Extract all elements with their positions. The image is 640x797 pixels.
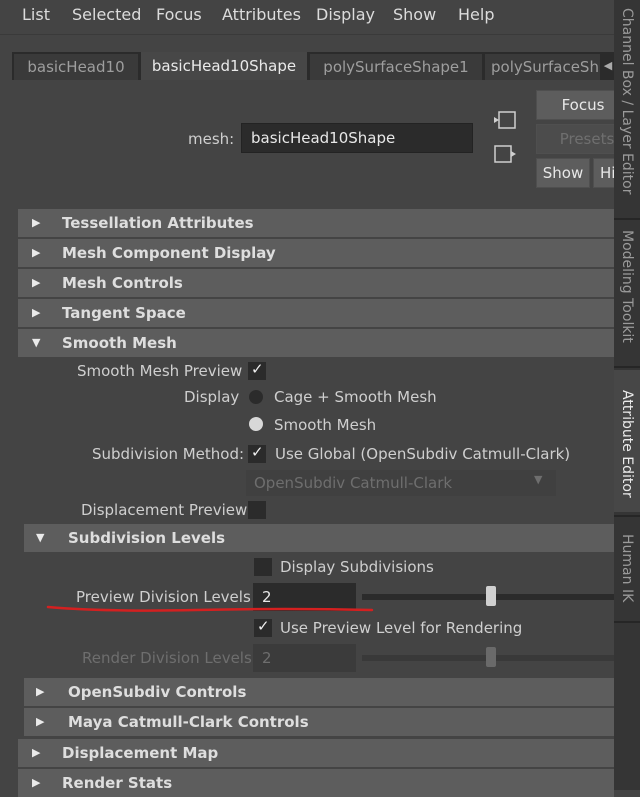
collapsed-arrow-icon: ▶ [36, 685, 45, 698]
display-subdivisions-checkbox[interactable] [254, 558, 272, 576]
mesh-name-input[interactable] [241, 123, 473, 153]
collapsed-arrow-icon: ▶ [32, 306, 41, 319]
menu-list[interactable]: List [22, 5, 50, 24]
mesh-label: mesh: [188, 130, 235, 148]
radio-label-smooth-mesh: Smooth Mesh [274, 416, 377, 434]
frame-title: Smooth Mesh [62, 334, 177, 352]
frame-mesh-component-display[interactable]: ▶ Mesh Component Display [18, 239, 614, 267]
use-global-checkbox[interactable]: ✓ [248, 443, 266, 463]
collapsed-arrow-icon: ▶ [32, 276, 41, 289]
render-division-levels-input[interactable]: 2 [253, 644, 356, 672]
radio-label-cage-smooth-mesh: Cage + Smooth Mesh [274, 388, 437, 406]
collapsed-arrow-icon: ▶ [32, 746, 41, 759]
frame-opensubdiv-controls[interactable]: ▶ OpenSubdiv Controls [24, 678, 614, 706]
menu-separator [0, 34, 614, 35]
frame-title: Subdivision Levels [68, 529, 226, 547]
displacement-preview-checkbox[interactable] [248, 501, 266, 519]
radio-smooth-mesh[interactable] [249, 417, 263, 431]
menu-show[interactable]: Show [393, 5, 436, 24]
frame-title: Mesh Component Display [62, 244, 276, 262]
frame-title: Tessellation Attributes [62, 214, 254, 232]
smooth-mesh-preview-label: Smooth Mesh Preview [77, 362, 243, 380]
display-label: Display [184, 388, 240, 406]
render-division-slider-handle[interactable] [486, 647, 496, 667]
chevron-down-icon: ▼ [534, 473, 543, 486]
show-button[interactable]: Show [536, 158, 590, 188]
presets-button[interactable]: Presets [536, 124, 622, 154]
frame-smooth-mesh[interactable]: ▼ Smooth Mesh [18, 329, 614, 357]
menu-attributes[interactable]: Attributes [222, 5, 301, 24]
frame-maya-catmull-clark-controls[interactable]: ▶ Maya Catmull-Clark Controls [24, 708, 614, 736]
expanded-arrow-icon: ▼ [36, 531, 45, 544]
dropdown-value: OpenSubdiv Catmull-Clark [254, 474, 453, 492]
check-icon: ✓ [251, 443, 264, 461]
use-global-label: Use Global (OpenSubdiv Catmull-Clark) [275, 445, 571, 463]
render-division-levels-label: Render Division Levels [82, 649, 252, 667]
check-icon: ✓ [251, 360, 264, 378]
vtab-separator [614, 621, 640, 623]
copy-tab-icon[interactable] [494, 145, 516, 163]
frame-tessellation-attributes[interactable]: ▶ Tessellation Attributes [18, 209, 614, 237]
use-preview-level-label: Use Preview Level for Rendering [280, 619, 523, 637]
menu-help[interactable]: Help [458, 5, 494, 24]
tab-basichead10shape[interactable]: basicHead10Shape [141, 52, 307, 80]
menu-focus[interactable]: Focus [156, 5, 202, 24]
vtab-separator [614, 366, 640, 368]
load-attributes-icon[interactable] [494, 111, 516, 129]
frame-title: Mesh Controls [62, 274, 183, 292]
frame-title: Tangent Space [62, 304, 186, 322]
vtab-attribute-editor[interactable]: Attribute Editor [614, 370, 640, 512]
menu-display[interactable]: Display [316, 5, 375, 24]
preview-division-slider-handle[interactable] [486, 586, 496, 606]
collapsed-arrow-icon: ▶ [32, 216, 41, 229]
frame-title: OpenSubdiv Controls [68, 683, 247, 701]
tab-basichead10[interactable]: basicHead10 [14, 54, 138, 80]
menu-selected[interactable]: Selected [72, 5, 141, 24]
radio-cage-smooth-mesh[interactable] [249, 390, 263, 404]
vtab-separator [614, 218, 640, 220]
frame-displacement-map[interactable]: ▶ Displacement Map [18, 739, 614, 767]
display-subdivisions-label: Display Subdivisions [280, 558, 434, 576]
vtab-label: Channel Box / Layer Editor [619, 8, 635, 195]
frame-title: Maya Catmull-Clark Controls [68, 713, 309, 731]
subdivision-method-dropdown[interactable]: OpenSubdiv Catmull-Clark ▼ [246, 470, 556, 496]
focus-button[interactable]: Focus [536, 90, 622, 120]
node-tab-bar: basicHead10 basicHead10Shape polySurface… [12, 52, 614, 80]
right-tab-bar: Channel Box / Layer Editor Modeling Tool… [614, 0, 640, 790]
vtab-channel-box-layer-editor[interactable]: Channel Box / Layer Editor [614, 0, 640, 215]
tab-polysurfaceshape1[interactable]: polySurfaceShape1 [310, 54, 482, 80]
vtab-label: Attribute Editor [619, 390, 635, 498]
collapsed-arrow-icon: ▶ [36, 715, 45, 728]
subdivision-method-label: Subdivision Method: [92, 445, 245, 463]
frame-mesh-controls[interactable]: ▶ Mesh Controls [18, 269, 614, 297]
vtab-modeling-toolkit[interactable]: Modeling Toolkit [614, 222, 640, 364]
expanded-arrow-icon: ▼ [32, 336, 41, 349]
menu-bar: List Selected Focus Attributes Display S… [0, 0, 614, 32]
frame-tangent-space[interactable]: ▶ Tangent Space [18, 299, 614, 327]
collapsed-arrow-icon: ▶ [32, 246, 41, 259]
smooth-mesh-preview-checkbox[interactable]: ✓ [248, 360, 266, 380]
vtab-label: Human IK [619, 534, 635, 603]
vtab-label: Modeling Toolkit [619, 230, 635, 343]
frame-title: Render Stats [62, 774, 173, 792]
use-preview-level-checkbox[interactable]: ✓ [254, 617, 272, 637]
tab-scroll-left-icon[interactable]: ◀ [600, 52, 614, 80]
tab-polysurfacesh[interactable]: polySurfaceSh [485, 54, 605, 80]
check-icon: ✓ [257, 617, 270, 635]
frame-render-stats[interactable]: ▶ Render Stats [18, 769, 614, 797]
collapsed-arrow-icon: ▶ [32, 776, 41, 789]
vtab-separator [614, 515, 640, 517]
vtab-human-ik[interactable]: Human IK [614, 519, 640, 619]
red-annotation-underline [46, 605, 374, 612]
frame-subdivision-levels[interactable]: ▼ Subdivision Levels [24, 524, 614, 552]
displacement-preview-label: Displacement Preview [81, 501, 248, 519]
frame-title: Displacement Map [62, 744, 219, 762]
